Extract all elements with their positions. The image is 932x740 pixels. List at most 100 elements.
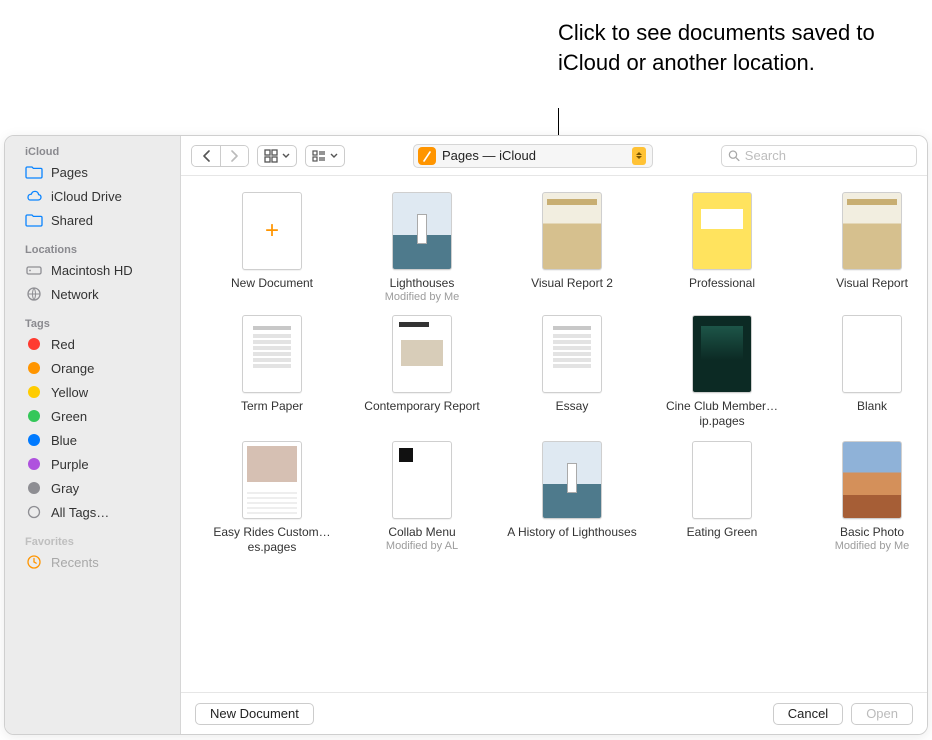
open-dialog-window: iCloud Pages iCloud Drive Shared Locatio… [4, 135, 928, 735]
sidebar-item-label: Red [51, 337, 75, 352]
chevron-right-icon [230, 150, 239, 162]
main-area: Pages — iCloud + New Document LighthousesM… [181, 136, 927, 734]
sidebar-item-label: Orange [51, 361, 94, 376]
document-browser: +New DocumentLighthousesModified by MeVi… [181, 176, 927, 692]
document-title: New Document [231, 276, 313, 291]
document-tile[interactable]: Eating Green [653, 441, 791, 555]
sidebar-item-macintosh-hd[interactable]: Macintosh HD [5, 258, 180, 282]
sidebar-tag-gray[interactable]: Gray [5, 476, 180, 500]
sidebar: iCloud Pages iCloud Drive Shared Locatio… [5, 136, 181, 734]
grid-icon [264, 149, 278, 163]
document-thumb [842, 315, 902, 393]
annotation-callout: Click to see documents saved to iCloud o… [558, 18, 878, 77]
forward-button[interactable] [220, 146, 248, 166]
document-tile[interactable]: A History of Lighthouses [503, 441, 641, 555]
document-title: A History of Lighthouses [507, 525, 636, 540]
sidebar-tag-blue[interactable]: Blue [5, 428, 180, 452]
chevron-down-icon [330, 153, 338, 159]
back-button[interactable] [192, 146, 220, 166]
location-popup-button[interactable]: Pages — iCloud [413, 144, 653, 168]
sidebar-item-all-tags[interactable]: All Tags… [5, 500, 180, 524]
document-tile[interactable]: Collab MenuModified by AL [353, 441, 491, 555]
sidebar-item-recents[interactable]: Recents [5, 550, 180, 574]
document-tile[interactable]: Term Paper [203, 315, 341, 429]
document-title: Professional [689, 276, 755, 291]
document-thumb [842, 192, 902, 270]
document-tile[interactable]: Visual Report [803, 192, 927, 303]
document-title: Visual Report [836, 276, 908, 291]
sidebar-tag-green[interactable]: Green [5, 404, 180, 428]
document-tile[interactable]: Professional [653, 192, 791, 303]
sidebar-item-label: Gray [51, 481, 79, 496]
document-subtitle: Modified by Me [835, 540, 910, 552]
sidebar-item-shared[interactable]: Shared [5, 208, 180, 232]
document-thumb [392, 315, 452, 393]
document-thumb [692, 441, 752, 519]
pages-app-icon [418, 147, 436, 165]
sidebar-item-label: iCloud Drive [51, 189, 122, 204]
document-thumb [242, 441, 302, 519]
view-mode-button[interactable] [257, 145, 297, 167]
document-thumb [542, 192, 602, 270]
sidebar-item-label: Macintosh HD [51, 263, 133, 278]
document-tile[interactable]: Contemporary Report [353, 315, 491, 429]
document-tile[interactable]: Blank [803, 315, 927, 429]
folder-icon [25, 163, 43, 181]
dialog-footer: New Document Cancel Open [181, 692, 927, 734]
group-icon [312, 150, 326, 162]
sidebar-item-label: Blue [51, 433, 77, 448]
tag-dot-icon [25, 479, 43, 497]
cloud-icon [25, 187, 43, 205]
tag-dot-icon [25, 455, 43, 473]
sidebar-header-locations: Locations [5, 240, 180, 258]
sidebar-item-label: Recents [51, 555, 99, 570]
stepper-icon [632, 147, 646, 165]
sidebar-tag-purple[interactable]: Purple [5, 452, 180, 476]
document-title: Cine Club Member…ip.pages [653, 399, 791, 429]
chevron-left-icon [202, 150, 211, 162]
document-thumb [392, 192, 452, 270]
document-title: Easy Rides Custom…es.pages [203, 525, 341, 555]
document-tile[interactable]: Visual Report 2 [503, 192, 641, 303]
tag-dot-icon [25, 431, 43, 449]
tag-dot-icon [25, 407, 43, 425]
cancel-button[interactable]: Cancel [773, 703, 843, 725]
hdd-icon [25, 261, 43, 279]
tag-dot-icon [25, 383, 43, 401]
group-by-button[interactable] [305, 145, 345, 167]
search-field[interactable] [721, 145, 917, 167]
sidebar-item-label: Yellow [51, 385, 88, 400]
sidebar-item-icloud-drive[interactable]: iCloud Drive [5, 184, 180, 208]
clock-icon [25, 553, 43, 571]
sidebar-tag-yellow[interactable]: Yellow [5, 380, 180, 404]
new-document-thumb: + [242, 192, 302, 270]
document-tile[interactable]: Essay [503, 315, 641, 429]
search-input[interactable] [745, 148, 910, 163]
document-tile[interactable]: LighthousesModified by Me [353, 192, 491, 303]
document-title: Basic Photo [840, 525, 904, 540]
document-subtitle: Modified by AL [386, 540, 458, 552]
new-document-button[interactable]: New Document [195, 703, 314, 725]
new-document-tile[interactable]: + New Document [203, 192, 341, 303]
sidebar-tag-red[interactable]: Red [5, 332, 180, 356]
document-thumb [542, 315, 602, 393]
sidebar-item-pages[interactable]: Pages [5, 160, 180, 184]
sidebar-header-tags: Tags [5, 314, 180, 332]
toolbar: Pages — iCloud [181, 136, 927, 176]
sidebar-item-network[interactable]: Network [5, 282, 180, 306]
document-subtitle: Modified by Me [385, 291, 460, 303]
document-tile[interactable]: Basic PhotoModified by Me [803, 441, 927, 555]
shared-folder-icon [25, 211, 43, 229]
sidebar-header-icloud: iCloud [5, 142, 180, 160]
document-thumb [842, 441, 902, 519]
document-tile[interactable]: Cine Club Member…ip.pages [653, 315, 791, 429]
document-thumb [692, 315, 752, 393]
sidebar-tag-orange[interactable]: Orange [5, 356, 180, 380]
globe-icon [25, 285, 43, 303]
sidebar-item-label: Pages [51, 165, 88, 180]
open-button[interactable]: Open [851, 703, 913, 725]
nav-buttons [191, 145, 249, 167]
sidebar-item-label: Network [51, 287, 99, 302]
document-tile[interactable]: Easy Rides Custom…es.pages [203, 441, 341, 555]
document-title: Essay [556, 399, 589, 414]
